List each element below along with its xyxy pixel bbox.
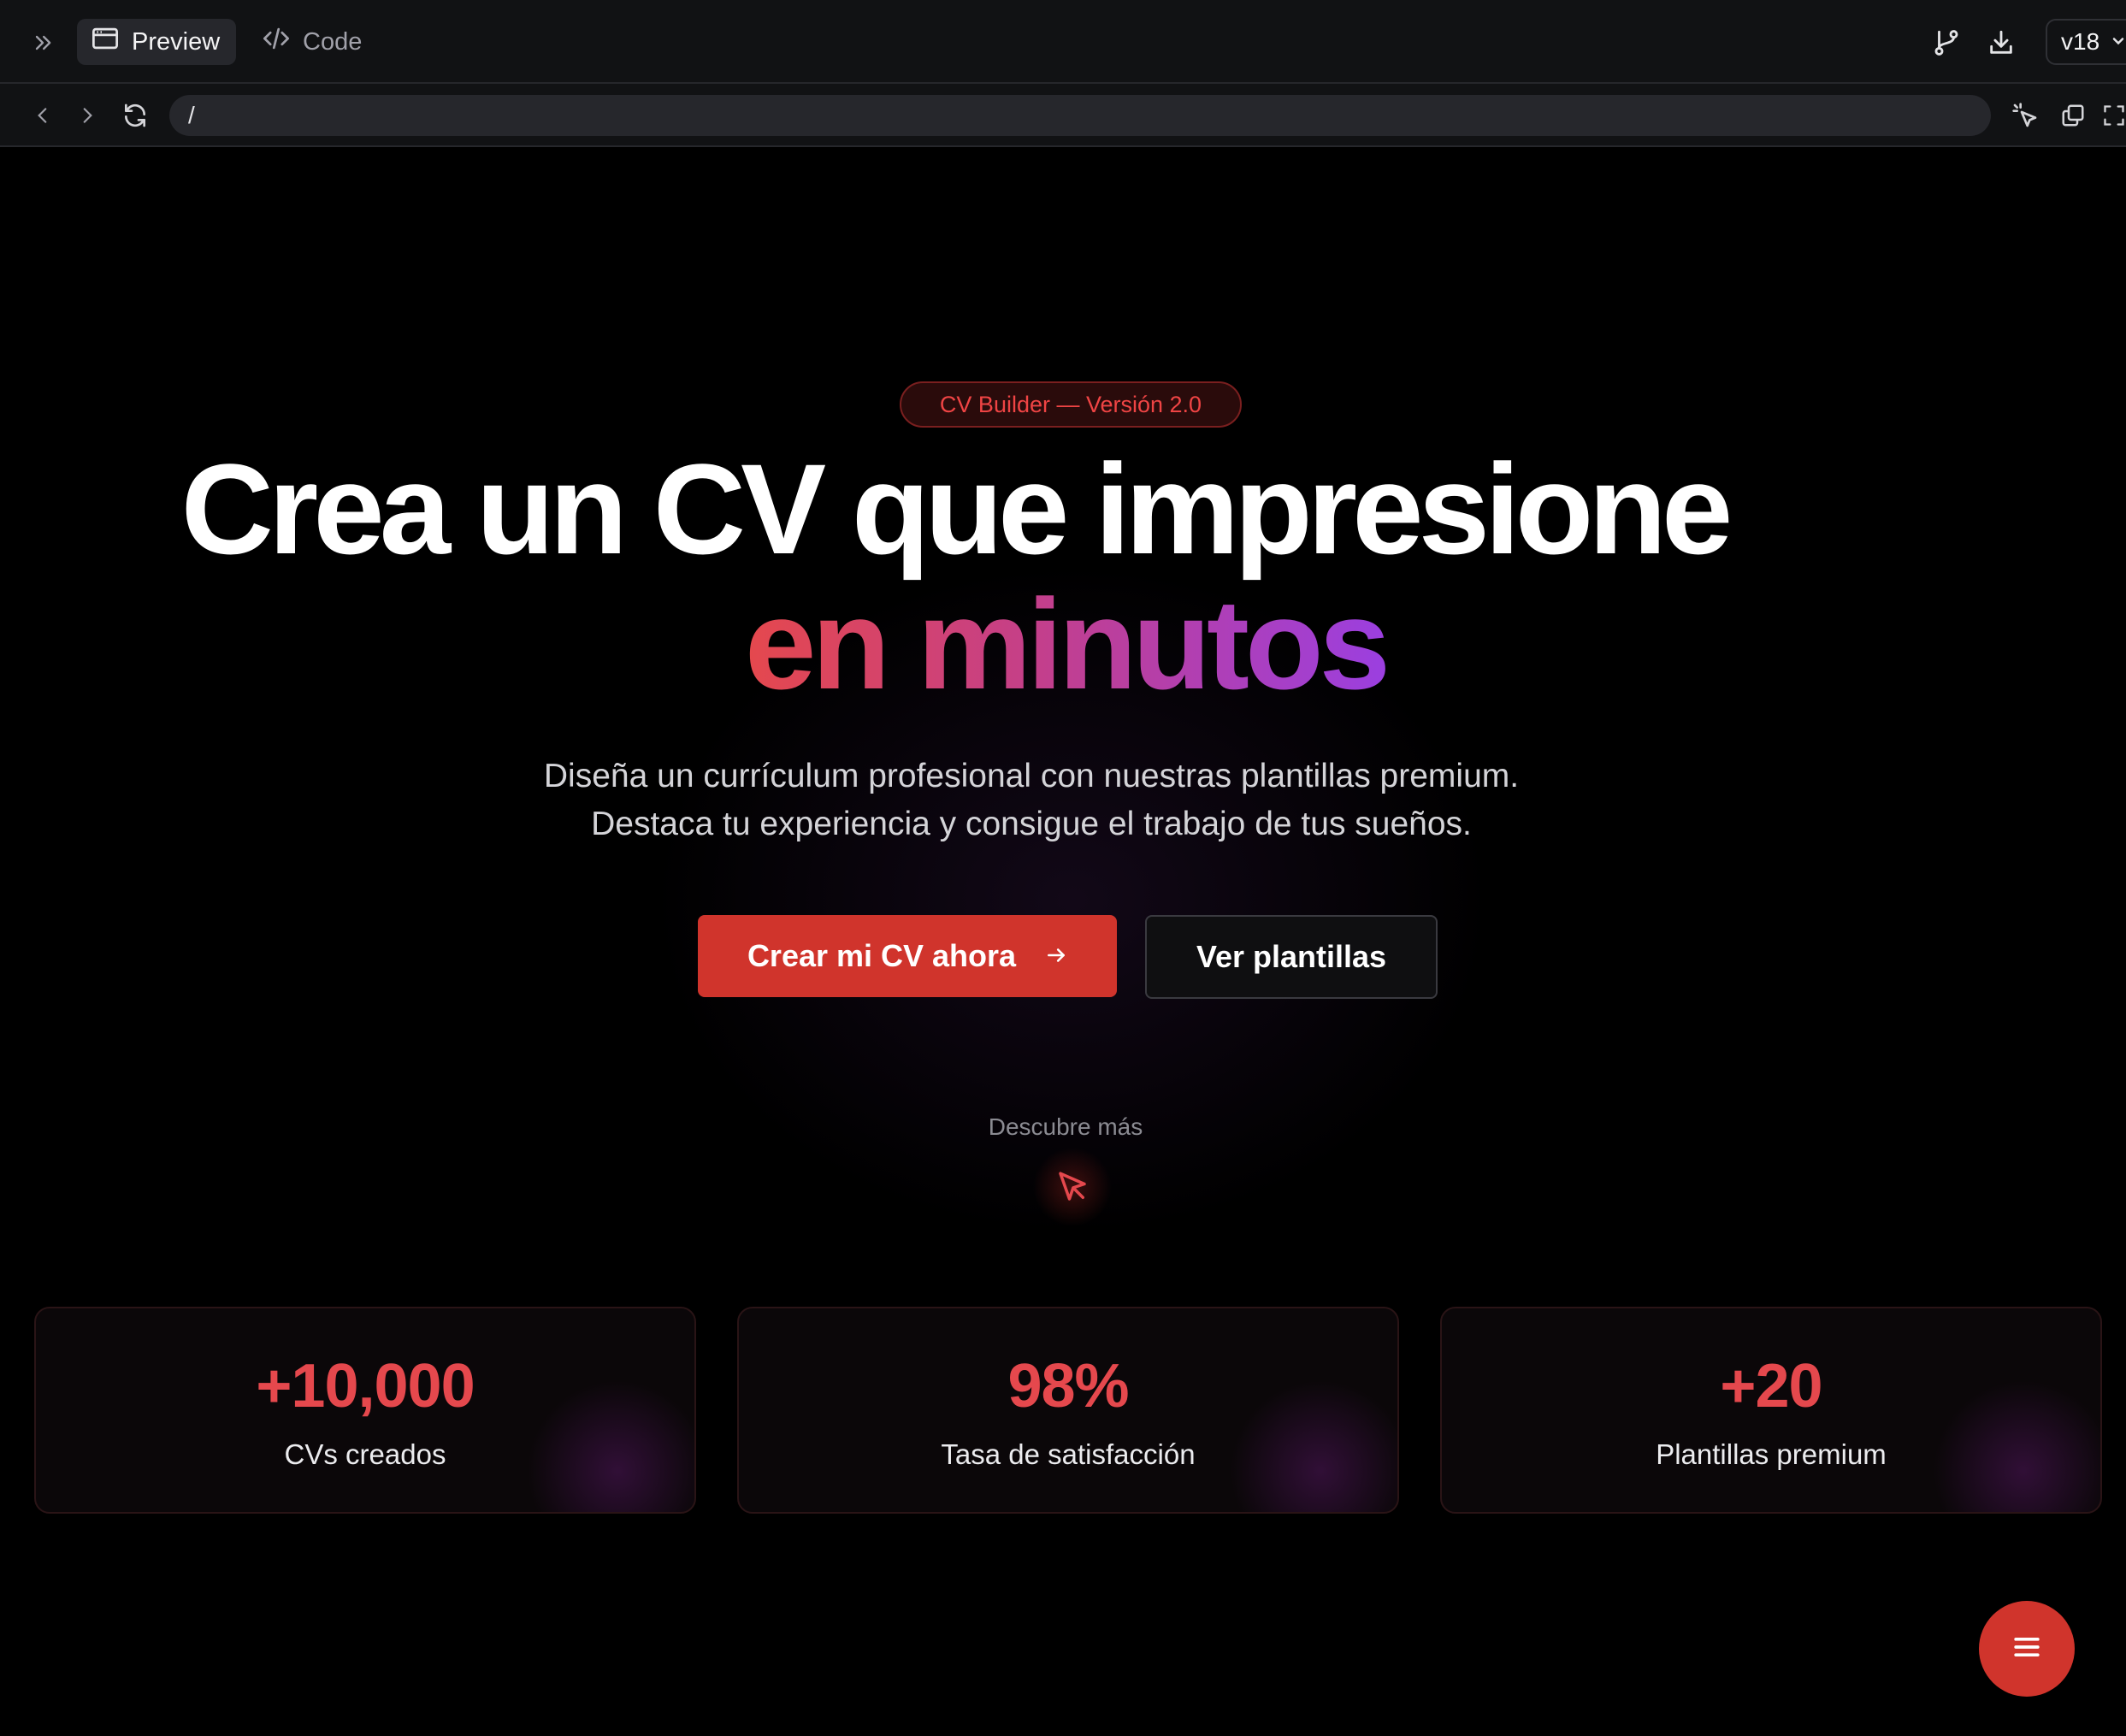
menu-fab-button[interactable] xyxy=(1979,1601,2075,1697)
url-input[interactable]: / xyxy=(169,95,1991,136)
hero-title-gradient-text: en minutos xyxy=(744,572,1391,716)
fullscreen-icon[interactable] xyxy=(2102,98,2126,133)
hero-subtitle-line-2: Destaca tu experiencia y consigue el tra… xyxy=(591,806,1472,842)
forward-icon[interactable] xyxy=(70,98,104,133)
hero-subtitle: Diseña un currículum profesional con nue… xyxy=(5,753,2126,848)
stat-label: Plantillas premium xyxy=(1656,1438,1887,1470)
back-icon[interactable] xyxy=(26,98,60,133)
expand-sidebar-icon[interactable] xyxy=(26,26,60,60)
git-branch-icon[interactable] xyxy=(1928,24,1965,62)
code-icon xyxy=(262,26,291,58)
version-label: v18 xyxy=(2061,28,2100,55)
address-bar: / xyxy=(0,84,2126,147)
cursor-pointer-icon[interactable] xyxy=(1030,1144,1115,1230)
version-badge: CV Builder — Versión 2.0 xyxy=(900,381,1242,428)
discover-more-label: Descubre más xyxy=(988,1113,1143,1140)
download-icon[interactable] xyxy=(1982,24,2020,62)
create-cv-button-label: Crear mi CV ahora xyxy=(747,938,1017,973)
tab-preview[interactable]: Preview xyxy=(77,19,236,65)
tab-preview-label: Preview xyxy=(132,27,221,56)
stat-value: 98% xyxy=(1007,1352,1129,1420)
chevron-down-icon xyxy=(2110,28,2126,56)
stat-value: +20 xyxy=(1720,1352,1822,1420)
stat-label: Tasa de satisfacción xyxy=(941,1438,1196,1470)
hero-title: Crea un CV que impresione xyxy=(180,437,1733,581)
stat-label: CVs creados xyxy=(284,1438,446,1470)
stat-value: +10,000 xyxy=(256,1352,475,1420)
preview-page: CV Builder — Versión 2.0 Crea un CV que … xyxy=(5,147,2126,1736)
hero-title-highlight: en minutos xyxy=(5,580,2126,708)
element-picker-icon[interactable] xyxy=(2008,98,2042,133)
stat-card-templates: +20 Plantillas premium xyxy=(1440,1307,2102,1514)
hamburger-menu-icon xyxy=(2008,1628,2046,1670)
browser-window-icon xyxy=(91,26,120,58)
arrow-right-icon xyxy=(1045,938,1067,974)
hero-subtitle-line-1: Diseña un currículum profesional con nue… xyxy=(543,758,1520,794)
stat-card-satisfaction: 98% Tasa de satisfacción xyxy=(737,1307,1399,1514)
version-selector[interactable]: v18 xyxy=(2046,19,2126,65)
tab-code[interactable]: Code xyxy=(248,19,385,65)
view-templates-button[interactable]: Ver plantillas xyxy=(1145,915,1438,999)
reload-icon[interactable] xyxy=(118,98,152,133)
new-window-icon[interactable] xyxy=(2056,98,2090,133)
view-templates-button-label: Ver plantillas xyxy=(1196,939,1387,974)
tab-code-label: Code xyxy=(303,27,363,56)
create-cv-button[interactable]: Crear mi CV ahora xyxy=(698,915,1117,997)
stat-card-cvs: +10,000 CVs creados xyxy=(34,1307,696,1514)
top-toolbar: Preview Code v18 xyxy=(0,0,2126,84)
